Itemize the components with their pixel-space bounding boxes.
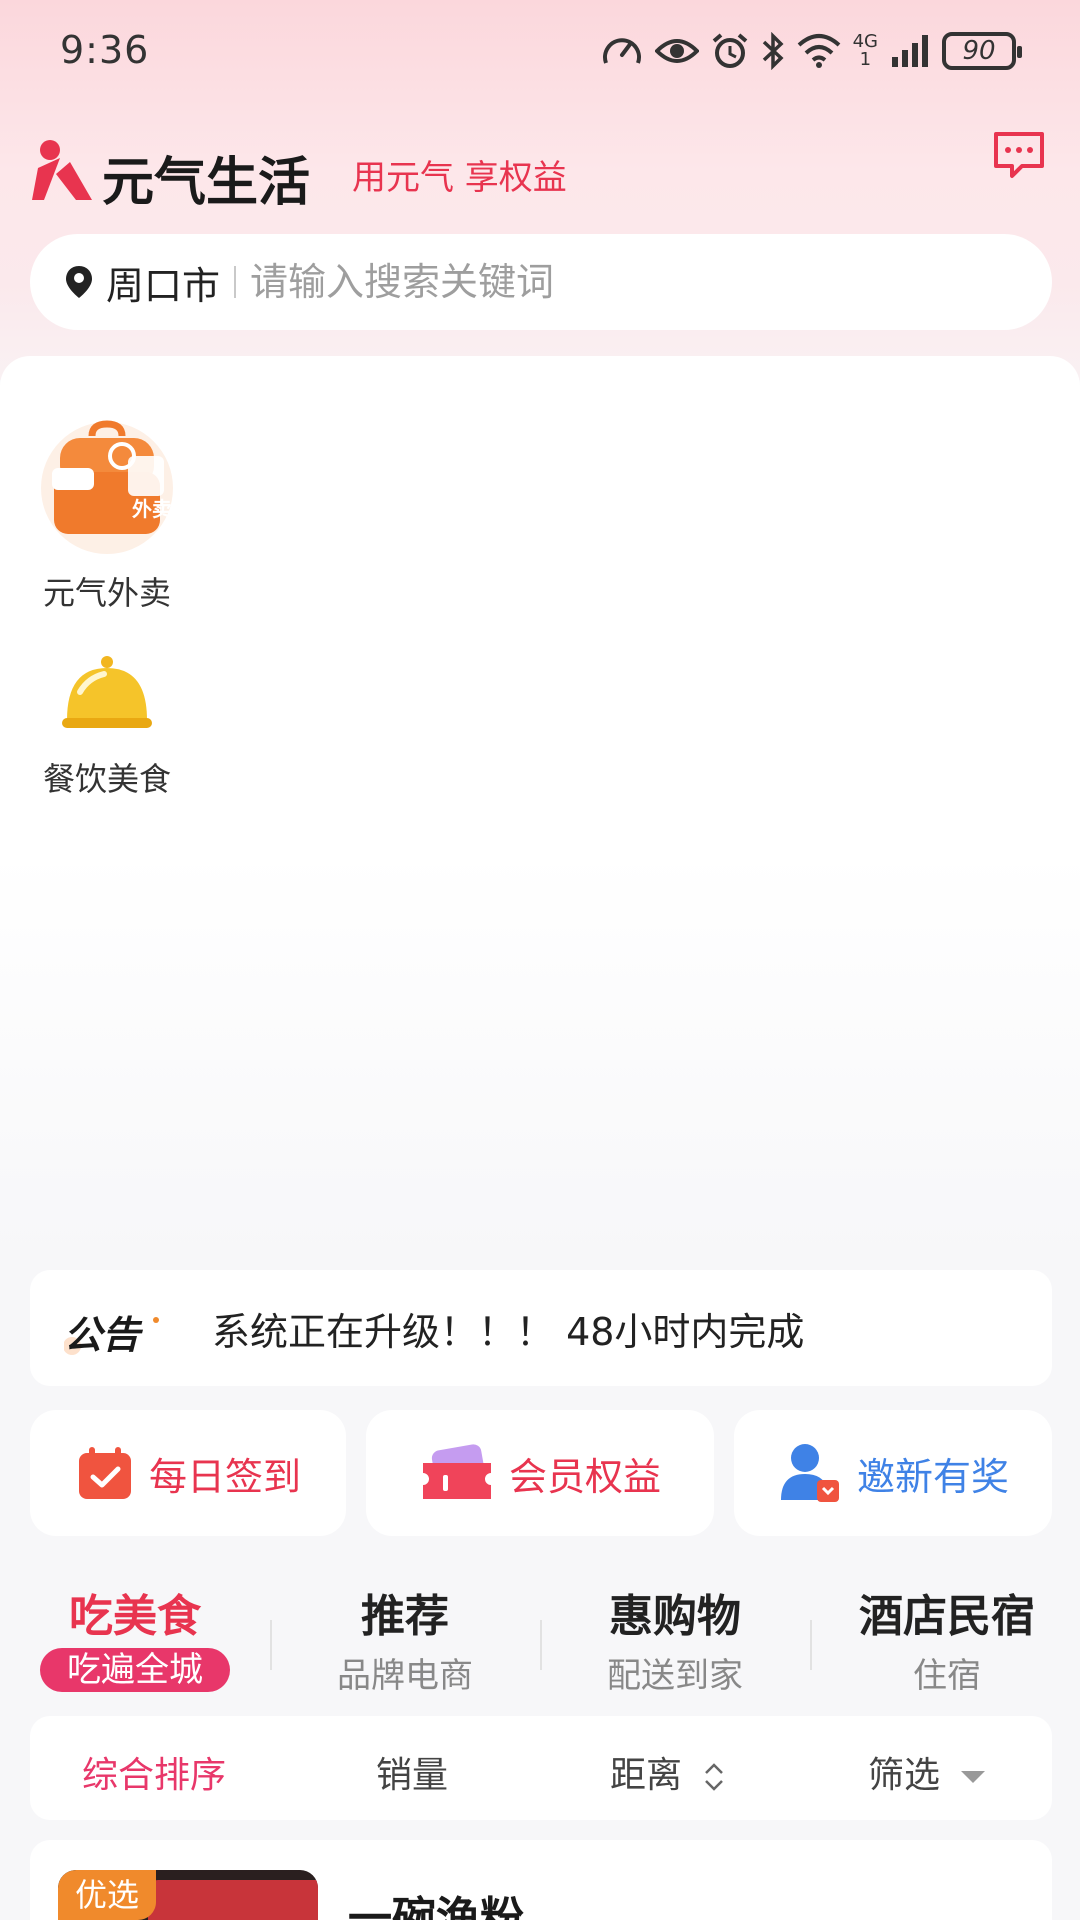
food-cloche-icon: [62, 656, 152, 728]
category-tabs: 吃美食 吃遍全城 推荐 品牌电商 惠购物 配送到家 酒店民宿 住宿: [30, 1580, 1052, 1696]
status-bar: 9:36 4G 1 90: [0, 0, 1080, 100]
invite-reward-label: 邀新有奖: [856, 1454, 1009, 1499]
search-divider: [234, 266, 237, 298]
chevron-down-icon: [961, 1771, 986, 1783]
invite-reward-button[interactable]: 邀新有奖: [734, 1410, 1052, 1536]
tab-title: 吃美食: [69, 1591, 201, 1642]
status-icons: 4G 1 90: [601, 28, 1022, 74]
wifi-icon: [797, 34, 840, 68]
tab-subtitle: 品牌电商: [337, 1656, 473, 1696]
shop-card[interactable]: 优选 一碗渔粉: [30, 1840, 1052, 1920]
shop-thumbnail-image: [148, 1880, 318, 1920]
category-item-food[interactable]: 餐饮美食: [32, 652, 182, 800]
svg-text:外卖: 外卖: [132, 497, 172, 521]
search-input[interactable]: [250, 260, 851, 304]
shop-thumbnail: 优选: [58, 1870, 318, 1920]
search-bar[interactable]: 周口市: [30, 234, 1052, 330]
sort-filter-label: 筛选: [868, 1755, 941, 1796]
tab-subtitle: 住宿: [913, 1656, 981, 1696]
battery-icon: 90: [942, 32, 1022, 70]
announcement-badge: 公告: [64, 1298, 164, 1358]
signal-icon: [892, 35, 928, 67]
shop-name: 一碗渔粉: [348, 1893, 524, 1920]
tab-food[interactable]: 吃美食 吃遍全城: [30, 1580, 240, 1692]
battery-level: 90: [962, 36, 996, 66]
quick-actions: 每日签到 会员权益 邀新有奖: [30, 1410, 1052, 1536]
app-logo-icon: [32, 140, 92, 200]
daily-checkin-button[interactable]: 每日签到: [30, 1410, 346, 1536]
network-label: 4G 1: [853, 33, 878, 69]
category-item-delivery[interactable]: 外卖 元气外卖: [32, 416, 182, 614]
ticket-icon: [422, 1444, 491, 1499]
tab-title: 惠购物: [609, 1591, 741, 1642]
tab-divider: [270, 1620, 272, 1670]
sort-comprehensive[interactable]: 综合排序: [82, 1746, 226, 1798]
tab-divider: [810, 1620, 812, 1670]
sort-distance[interactable]: 距离: [610, 1746, 727, 1798]
invite-user-icon: [780, 1444, 839, 1502]
daily-checkin-label: 每日签到: [148, 1454, 301, 1499]
tab-subtitle: 配送到家: [607, 1656, 743, 1696]
app-slogan: 用元气 享权益: [352, 158, 567, 198]
tab-shopping[interactable]: 惠购物 配送到家: [570, 1580, 780, 1697]
sort-arrows-icon: [705, 1763, 724, 1791]
city-selector[interactable]: 周口市: [106, 255, 220, 310]
category-label: 餐饮美食: [42, 760, 171, 798]
tab-subtitle: 吃遍全城: [40, 1648, 230, 1692]
category-panel: 外卖 元气外卖 餐饮美食: [0, 356, 1080, 1256]
location-pin-icon: [66, 266, 92, 298]
app-title: 元气生活: [102, 154, 311, 212]
message-button[interactable]: [992, 130, 1046, 182]
tab-divider: [540, 1620, 542, 1670]
tab-hotel[interactable]: 酒店民宿 住宿: [842, 1580, 1052, 1697]
member-benefits-label: 会员权益: [508, 1454, 661, 1499]
sim-slot: 1: [859, 49, 872, 70]
eye-icon: [654, 39, 699, 63]
status-time: 9:36: [60, 28, 150, 72]
member-benefits-button[interactable]: 会员权益: [366, 1410, 714, 1536]
announcement-bar[interactable]: 公告 系统正在升级！！！ 48小时内完成: [30, 1270, 1052, 1386]
sort-sales[interactable]: 销量: [376, 1746, 448, 1798]
calendar-check-icon: [78, 1447, 131, 1499]
sort-filter[interactable]: 筛选: [868, 1746, 987, 1798]
announcement-badge-label: 公告: [64, 1313, 141, 1357]
category-label: 元气外卖: [42, 574, 171, 612]
shop-badge: 优选: [58, 1870, 156, 1920]
tab-title: 酒店民宿: [859, 1591, 1035, 1642]
tab-recommend[interactable]: 推荐 品牌电商: [300, 1580, 510, 1697]
sort-distance-label: 距离: [610, 1755, 683, 1796]
app-header: 元气生活 用元气 享权益: [30, 130, 1050, 212]
takeout-box-icon: 外卖: [41, 420, 173, 554]
announcement-text: 系统正在升级！！！ 48小时内完成: [212, 1309, 805, 1354]
bluetooth-icon: [762, 32, 784, 70]
tab-title: 推荐: [361, 1591, 449, 1642]
speed-icon: [602, 38, 641, 64]
sort-bar: 综合排序 销量 距离 筛选: [30, 1716, 1052, 1820]
alarm-icon: [712, 33, 747, 68]
